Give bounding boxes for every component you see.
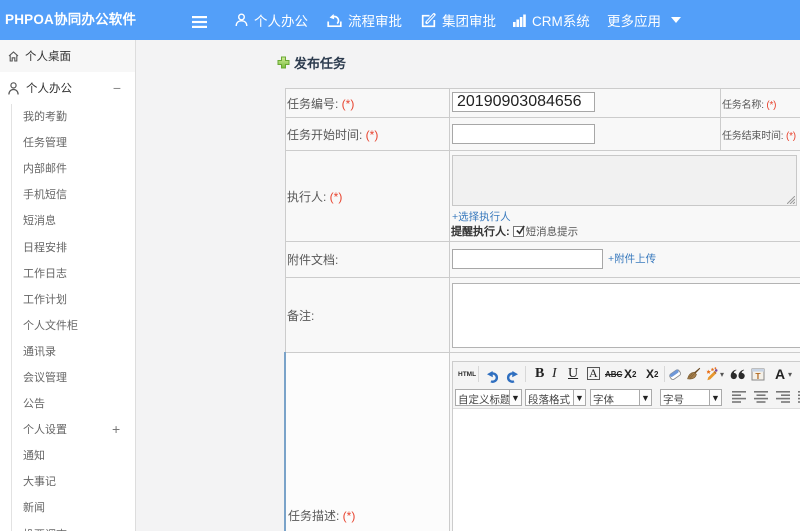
svg-text:T: T: [755, 371, 761, 381]
